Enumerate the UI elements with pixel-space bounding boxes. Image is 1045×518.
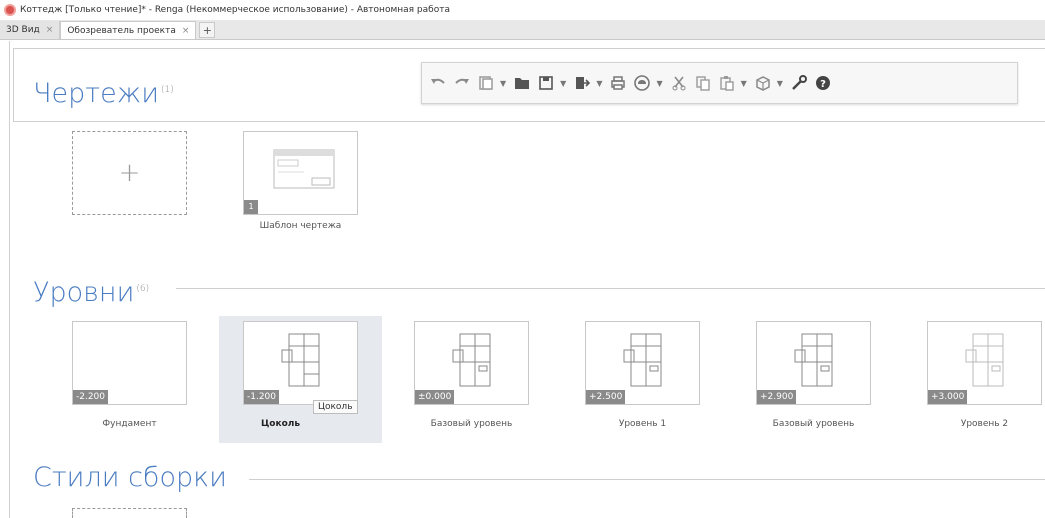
floating-toolbar: ▼ ▼ ▼ ▼ ▼ ▼ ?: [421, 62, 1018, 104]
level-label: Уровень 1: [618, 419, 667, 429]
chevron-down-icon[interactable]: ▼: [500, 79, 506, 88]
level-elevation-badge: -2.200: [73, 390, 109, 404]
level-label: Уровень 2: [960, 419, 1009, 429]
level-thumbnail[interactable]: -1.200: [243, 321, 358, 405]
section-count: (1): [161, 85, 174, 95]
section-title-text: Чертежи: [33, 78, 159, 109]
chevron-down-icon[interactable]: ▼: [560, 79, 566, 88]
tab-bar: 3D Вид × Обозреватель проекта × +: [0, 20, 1045, 40]
cut-icon[interactable]: [669, 72, 689, 94]
undo-icon[interactable]: [428, 72, 448, 94]
level-thumbnail[interactable]: +2.500: [585, 321, 700, 405]
copy-icon[interactable]: [693, 72, 713, 94]
help-icon[interactable]: ?: [813, 72, 833, 94]
window-title: Коттедж [Только чтение]* - Renga (Некомм…: [20, 5, 450, 15]
save-icon[interactable]: [536, 72, 556, 94]
section-divider: [176, 288, 1045, 289]
chevron-down-icon[interactable]: ▼: [596, 79, 602, 88]
level-label: Цоколь: [260, 419, 301, 429]
tab-3d-view[interactable]: 3D Вид ×: [0, 21, 61, 39]
section-title-text: Стили сборки: [33, 462, 227, 493]
cloud-icon[interactable]: [632, 72, 652, 94]
drawings-section-title[interactable]: Чертежи (1): [33, 78, 174, 109]
add-assembly-style-button[interactable]: [72, 508, 187, 518]
level-elevation-badge: +3.000: [928, 390, 968, 404]
title-bar: Коттедж [Только чтение]* - Renga (Некомм…: [0, 0, 1045, 20]
level-elevation-badge: +2.500: [586, 390, 626, 404]
print-icon[interactable]: [608, 72, 628, 94]
level-thumbnail[interactable]: +3.000: [927, 321, 1042, 405]
level-label: Базовый уровень: [772, 419, 855, 429]
levels-section-title[interactable]: Уровни (6): [33, 277, 149, 308]
drawing-label: Шаблон чертежа: [259, 221, 342, 231]
plus-icon: +: [118, 158, 141, 188]
tab-project-explorer[interactable]: Обозреватель проекта ×: [60, 21, 197, 39]
view-cube-icon[interactable]: [753, 72, 773, 94]
level-label: Фундамент: [102, 419, 157, 429]
level-thumbnail[interactable]: +2.900: [756, 321, 871, 405]
level-elevation-badge: +2.900: [757, 390, 797, 404]
content-left-border: [9, 41, 10, 518]
add-drawing-button[interactable]: +: [72, 131, 187, 215]
folder-icon[interactable]: [512, 72, 532, 94]
drawing-thumbnail[interactable]: 1: [243, 131, 358, 215]
drawing-preview: [273, 149, 335, 189]
tab-label: 3D Вид: [6, 25, 40, 35]
settings-wrench-icon[interactable]: [789, 72, 809, 94]
level-thumbnail[interactable]: ±0.000: [414, 321, 529, 405]
properties-icon[interactable]: [476, 72, 496, 94]
tooltip: Цоколь: [313, 400, 358, 414]
section-divider: [249, 479, 1045, 480]
chevron-down-icon[interactable]: ▼: [741, 79, 747, 88]
chevron-down-icon[interactable]: ▼: [777, 79, 783, 88]
tab-label: Обозреватель проекта: [67, 25, 176, 36]
chevron-down-icon[interactable]: ▼: [656, 79, 662, 88]
paste-icon[interactable]: [717, 72, 737, 94]
level-elevation-badge: ±0.000: [415, 390, 455, 404]
assembly-styles-section-title[interactable]: Стили сборки: [33, 462, 227, 493]
section-count: (6): [136, 284, 150, 294]
level-thumbnail[interactable]: -2.200: [72, 321, 187, 405]
renga-app-icon: [4, 4, 16, 16]
redo-icon[interactable]: [452, 72, 472, 94]
close-icon[interactable]: ×: [182, 26, 190, 36]
svg-text:?: ?: [820, 79, 826, 90]
export-icon[interactable]: [572, 72, 592, 94]
drawing-badge: 1: [244, 200, 258, 214]
close-icon[interactable]: ×: [46, 25, 54, 35]
add-tab-button[interactable]: +: [199, 22, 216, 38]
level-elevation-badge: -1.200: [244, 390, 280, 404]
level-label: Базовый уровень: [430, 419, 513, 429]
section-title-text: Уровни: [33, 277, 135, 308]
